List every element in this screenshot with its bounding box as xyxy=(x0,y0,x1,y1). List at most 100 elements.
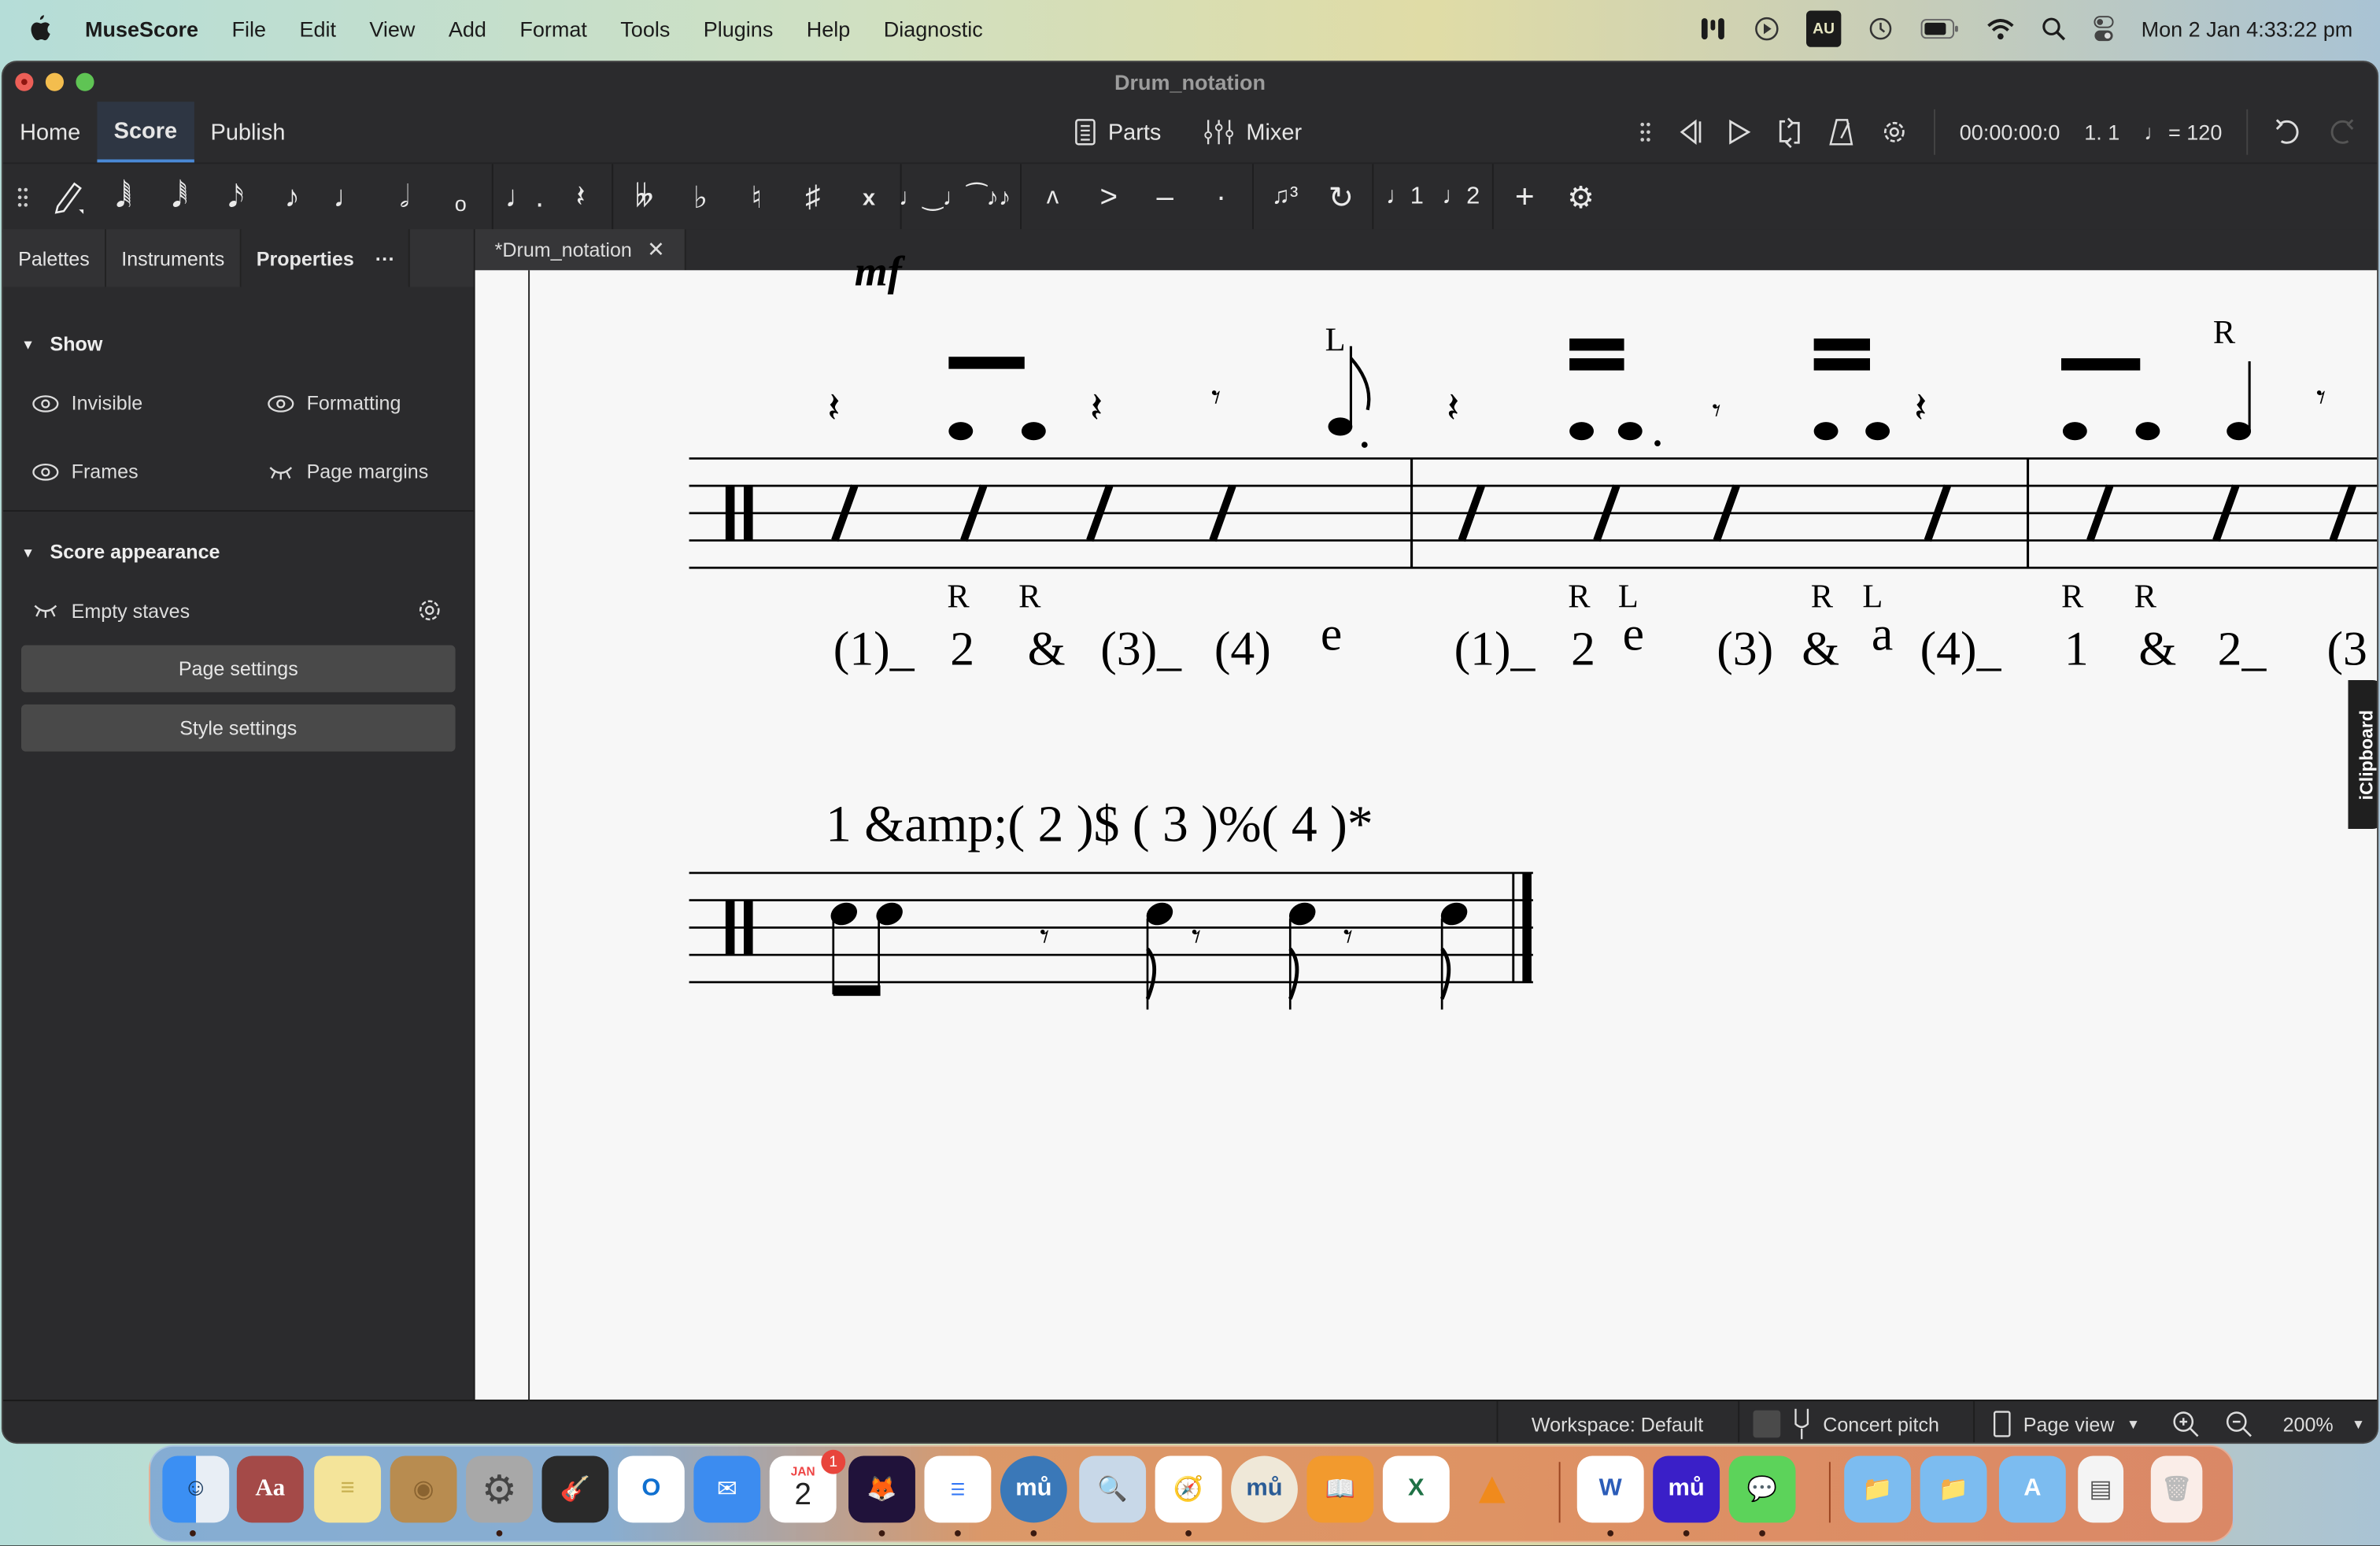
menu-format[interactable]: Format xyxy=(519,17,587,41)
32nd-note-icon[interactable]: 𝅘𝅥𝅱 xyxy=(152,164,208,231)
menu-tools[interactable]: Tools xyxy=(620,17,670,41)
eighth-rest[interactable]: 𝄾 xyxy=(2316,379,2326,419)
dock-messages[interactable]: 💬 xyxy=(1728,1455,1796,1523)
accent-icon[interactable]: > xyxy=(1081,164,1136,231)
panel-tab-properties[interactable]: Properties ··· xyxy=(241,229,410,287)
staccato-icon[interactable]: · xyxy=(1193,164,1249,231)
count-lyric[interactable]: (4) xyxy=(1214,623,1271,676)
metronome-icon[interactable] xyxy=(1828,118,1855,146)
tab-score[interactable]: Score xyxy=(97,102,194,163)
dock-reminders[interactable]: ☰ xyxy=(924,1455,992,1523)
count-lyric[interactable]: (4)_ xyxy=(1920,623,2002,676)
dock-contacts[interactable]: ◉ xyxy=(390,1455,457,1523)
undo-icon[interactable] xyxy=(2272,117,2303,147)
quarter-note-icon[interactable]: ♩ xyxy=(320,164,376,231)
loop-icon[interactable] xyxy=(1776,117,1803,149)
rest[interactable]: 𝄽 xyxy=(1090,384,1103,431)
rewind-icon[interactable] xyxy=(1676,118,1703,146)
zoom-in-button[interactable] xyxy=(2172,1401,2200,1442)
empty-staves-toggle[interactable]: Empty staves xyxy=(31,599,190,622)
dock-musescore-4[interactable]: mů xyxy=(1653,1455,1720,1523)
flat-icon[interactable]: ♭ xyxy=(672,164,728,231)
sticking-label[interactable]: R xyxy=(1811,578,1834,615)
dock-trash[interactable]: 🗑 xyxy=(2150,1455,2203,1523)
page-settings-button[interactable]: Page settings xyxy=(20,645,456,693)
mixer-button[interactable]: Mixer xyxy=(1203,118,1302,146)
sticking-label[interactable]: R xyxy=(2213,314,2236,351)
dock-document-stack[interactable]: ▤ xyxy=(2078,1455,2124,1523)
tenuto-icon[interactable]: – xyxy=(1136,164,1192,231)
notehead[interactable] xyxy=(827,898,1471,929)
empty-staves-gear-icon[interactable] xyxy=(416,597,443,624)
close-tab-icon[interactable]: ✕ xyxy=(647,237,665,263)
zoom-out-button[interactable] xyxy=(2225,1401,2252,1442)
panel-tab-instruments[interactable]: Instruments xyxy=(106,229,242,287)
menu-app-name[interactable]: MuseScore xyxy=(85,17,198,41)
dock-mail[interactable]: ✉ xyxy=(693,1455,761,1523)
dock-word[interactable]: W xyxy=(1576,1455,1644,1523)
tab-publish[interactable]: Publish xyxy=(194,102,301,162)
zoom-window-button[interactable] xyxy=(76,72,94,91)
dock-folder-stack[interactable]: 📁 xyxy=(1844,1455,1912,1523)
tuplet-icon[interactable]: ♫³ xyxy=(1257,164,1313,231)
show-formatting-toggle[interactable]: Formatting xyxy=(238,392,474,414)
tab-home[interactable]: Home xyxy=(3,102,98,162)
zoom-level-dropdown[interactable]: 200% ▼ xyxy=(2283,1401,2365,1442)
augmentation-dot-icon[interactable]: ♩. xyxy=(497,164,552,231)
count-lyric[interactable]: (3) xyxy=(1717,623,1773,676)
add-icon[interactable]: + xyxy=(1497,164,1553,231)
view-mode-dropdown[interactable]: Page view ▼ xyxy=(1993,1401,2140,1442)
whole-note-icon[interactable]: o xyxy=(433,158,489,237)
flip-direction-icon[interactable]: ↻ xyxy=(1313,164,1369,231)
count-lyric[interactable]: e xyxy=(1623,607,1644,660)
dock-firefox[interactable]: 🦊 xyxy=(848,1455,915,1523)
score-appearance-section-header[interactable]: ▼ Score appearance xyxy=(3,541,474,564)
double-sharp-icon[interactable]: x xyxy=(841,164,896,231)
parts-button[interactable]: Parts xyxy=(1074,118,1161,146)
apple-menu-icon[interactable] xyxy=(28,15,52,43)
dynamic-marking[interactable]: mf xyxy=(855,248,906,295)
close-window-button[interactable] xyxy=(15,72,34,91)
count-lyric[interactable]: 1 xyxy=(2064,623,2089,676)
rest[interactable]: 𝄽 xyxy=(1447,384,1460,431)
voice-2-icon[interactable]: ♩2 xyxy=(1433,164,1489,231)
count-lyric[interactable]: 2_ xyxy=(2218,623,2267,676)
dock-garageband[interactable]: 🎸 xyxy=(541,1455,609,1523)
count-lyric[interactable]: (3)_ xyxy=(1100,623,1182,676)
count-lyric[interactable]: (1)_ xyxy=(1454,623,1536,676)
dock-books[interactable]: 📖 xyxy=(1306,1455,1374,1523)
minimize-window-button[interactable] xyxy=(45,72,64,91)
toolbar-drag-handle-icon[interactable] xyxy=(6,164,39,231)
dock-excel[interactable]: X xyxy=(1382,1455,1450,1523)
count-lyric[interactable]: 2 xyxy=(1571,623,1595,676)
sticking-label[interactable]: R xyxy=(947,578,970,615)
tie-icon[interactable]: ♩‿♩ xyxy=(899,164,967,231)
dock-dictionary[interactable]: Aa xyxy=(236,1455,304,1523)
double-flat-icon[interactable]: 𝄫 xyxy=(616,164,672,231)
show-frames-toggle[interactable]: Frames xyxy=(3,460,238,483)
show-invisible-toggle[interactable]: Invisible xyxy=(3,392,238,414)
menu-add[interactable]: Add xyxy=(449,17,486,41)
spotlight-search-icon[interactable] xyxy=(2041,13,2065,44)
menu-plugins[interactable]: Plugins xyxy=(704,17,774,41)
score-page[interactable]: mf 𝄽 𝄽 𝄽 𝄽 𝄾 𝄾 𝄾 L R R R R L R L R R (1)… xyxy=(475,248,2378,1400)
voice-1-icon[interactable]: ♩1 xyxy=(1377,164,1432,231)
count-lyric[interactable]: e xyxy=(1321,607,1342,660)
sharp-icon[interactable]: ♯ xyxy=(785,164,841,231)
stage-manager-icon[interactable] xyxy=(1700,13,1728,44)
show-page-margins-toggle[interactable]: Page margins xyxy=(238,460,474,483)
redo-icon[interactable] xyxy=(2326,117,2357,147)
dock-applications-stack[interactable]: A xyxy=(1998,1455,2066,1523)
menu-diagnostic[interactable]: Diagnostic xyxy=(884,17,983,41)
count-lyric[interactable]: (3 xyxy=(2326,623,2367,676)
wifi-icon[interactable] xyxy=(1986,13,2014,44)
document-tab[interactable]: *Drum_notation ✕ xyxy=(475,229,686,271)
concert-pitch-checkbox[interactable] xyxy=(1753,1410,1781,1438)
slur-icon[interactable]: ⁀♪♪ xyxy=(961,164,1017,231)
dock-stickies[interactable]: ≡ xyxy=(314,1455,382,1523)
count-lyric-line[interactable]: 1 &amp;( 2 )$ ( 3 )%( 4 )* xyxy=(826,796,1373,853)
16th-note-icon[interactable]: 𝅘𝅥𝅯 xyxy=(208,164,264,231)
sticking-label[interactable]: R xyxy=(1568,578,1591,615)
style-settings-button[interactable]: Style settings xyxy=(20,704,456,752)
natural-icon[interactable]: ♮ xyxy=(729,164,785,231)
